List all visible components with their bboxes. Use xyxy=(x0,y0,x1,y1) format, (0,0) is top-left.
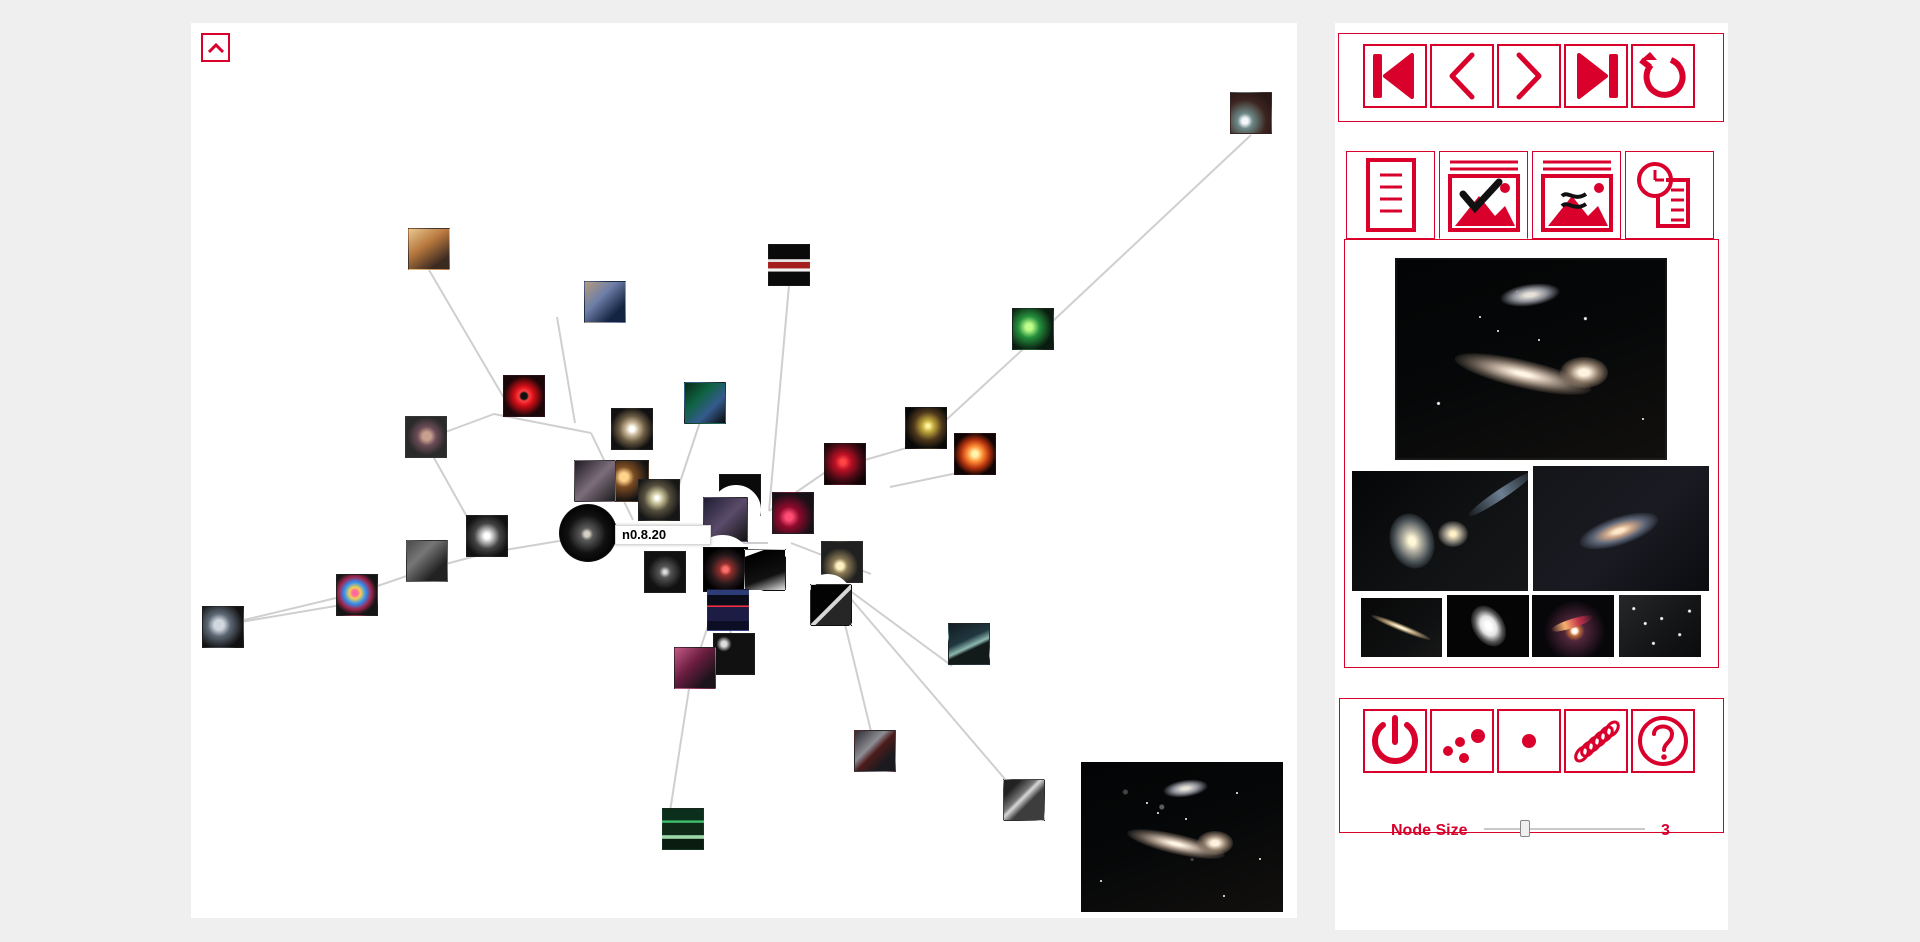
graph-node[interactable] xyxy=(611,408,653,450)
preview-star xyxy=(1157,812,1159,814)
graph-node[interactable] xyxy=(1012,308,1054,350)
gallery-thumbnail[interactable] xyxy=(1533,466,1709,591)
gallery-thumbnail[interactable] xyxy=(1532,595,1614,657)
graph-node[interactable] xyxy=(707,589,749,631)
graph-node[interactable] xyxy=(905,407,947,449)
image-compare-icon xyxy=(1540,160,1613,232)
graph-node[interactable] xyxy=(703,547,748,592)
graph-node[interactable] xyxy=(662,808,704,850)
graph-node[interactable] xyxy=(948,623,990,665)
graph-node[interactable] xyxy=(744,549,786,591)
history-icon xyxy=(1636,162,1690,228)
last-button[interactable] xyxy=(1564,44,1628,108)
scatter-layout-button[interactable] xyxy=(1430,709,1494,773)
graph-node[interactable] xyxy=(768,244,810,286)
network-graph-panel[interactable]: n0.8.20 xyxy=(191,23,1297,918)
tab-image-compare[interactable] xyxy=(1532,151,1621,239)
power-button[interactable] xyxy=(1363,709,1427,773)
gallery-star xyxy=(1479,316,1481,318)
gallery-galaxy xyxy=(1438,521,1468,547)
preview-star xyxy=(1146,802,1148,804)
gallery-star xyxy=(1642,418,1644,420)
gallery-galaxy xyxy=(1370,612,1432,643)
previous-icon xyxy=(1449,52,1475,100)
previous-button[interactable] xyxy=(1430,44,1494,108)
graph-node[interactable] xyxy=(854,730,896,772)
gallery-galaxy xyxy=(1382,507,1442,575)
graph-node[interactable] xyxy=(638,479,680,521)
refresh-icon xyxy=(1639,52,1686,98)
graph-node[interactable] xyxy=(954,433,996,475)
gallery-galaxy xyxy=(1498,279,1562,311)
graph-node[interactable] xyxy=(574,460,616,502)
preview-star xyxy=(1185,818,1187,820)
gallery-galaxy xyxy=(1465,471,1528,520)
graph-node[interactable] xyxy=(713,633,755,675)
graph-node[interactable] xyxy=(810,584,852,626)
next-icon xyxy=(1516,52,1542,100)
first-button[interactable] xyxy=(1363,44,1427,108)
image-checked-icon xyxy=(1447,160,1520,232)
node-size-slider[interactable] xyxy=(1484,820,1645,837)
graph-node[interactable] xyxy=(408,228,450,270)
next-button[interactable] xyxy=(1497,44,1561,108)
graph-node[interactable] xyxy=(674,647,716,689)
preview-star xyxy=(1100,880,1102,882)
node-size-label: Node Size xyxy=(1391,822,1468,839)
preview-image[interactable] xyxy=(1081,762,1283,912)
power-icon xyxy=(1372,715,1418,764)
graph-node[interactable] xyxy=(336,574,378,616)
node-size-value: 3 xyxy=(1661,822,1670,839)
gallery-galaxy xyxy=(1463,599,1514,653)
gallery-star xyxy=(1497,330,1499,332)
tab-image-checked[interactable] xyxy=(1439,151,1528,239)
first-icon xyxy=(1373,53,1414,99)
node-tooltip: n0.8.20 xyxy=(615,525,711,545)
help-icon xyxy=(1638,716,1688,766)
document-icon xyxy=(1365,158,1416,232)
last-icon xyxy=(1577,53,1618,99)
tab-document[interactable] xyxy=(1346,151,1435,239)
preview-star xyxy=(1223,895,1225,897)
dot-icon xyxy=(1522,734,1536,748)
scatter-icon xyxy=(1443,729,1485,763)
graph-node[interactable] xyxy=(1003,779,1045,821)
gallery-galaxy xyxy=(1549,612,1595,635)
gallery-thumbnail[interactable] xyxy=(1352,471,1528,591)
tab-history[interactable] xyxy=(1625,151,1714,239)
preview-star xyxy=(1259,858,1261,860)
spring-layout-button[interactable] xyxy=(1564,709,1628,773)
preview-star xyxy=(1236,792,1238,794)
graph-node[interactable] xyxy=(466,515,508,557)
gallery-galaxy xyxy=(1575,505,1663,557)
graph-node[interactable] xyxy=(824,443,866,485)
spring-icon xyxy=(1574,720,1620,763)
preview-galaxy xyxy=(1162,776,1209,801)
graph-node[interactable] xyxy=(405,416,447,458)
graph-node[interactable] xyxy=(406,540,448,582)
gallery-star xyxy=(1538,339,1540,341)
graph-node[interactable] xyxy=(584,281,626,323)
graph-node[interactable] xyxy=(202,606,244,648)
graph-node[interactable] xyxy=(503,375,545,417)
gallery-thumbnail[interactable] xyxy=(1447,595,1529,657)
graph-node[interactable] xyxy=(644,551,686,593)
preview-galaxy xyxy=(1197,831,1233,855)
graph-node-selected[interactable] xyxy=(559,504,617,562)
gallery-galaxy xyxy=(1560,357,1608,388)
control-panel: Node Size 3 xyxy=(1335,23,1728,930)
graph-node[interactable] xyxy=(1230,92,1272,134)
graph-node[interactable] xyxy=(772,492,814,534)
help-button[interactable] xyxy=(1631,709,1695,773)
gallery-thumbnail[interactable] xyxy=(1361,598,1442,657)
node-size-slider-thumb[interactable] xyxy=(1520,820,1530,837)
graph-node[interactable] xyxy=(684,382,726,424)
gallery-thumbnail[interactable] xyxy=(1619,595,1701,657)
gallery-thumbnail-selected[interactable] xyxy=(1395,258,1667,460)
single-node-button[interactable] xyxy=(1497,709,1561,773)
refresh-button[interactable] xyxy=(1631,44,1695,108)
